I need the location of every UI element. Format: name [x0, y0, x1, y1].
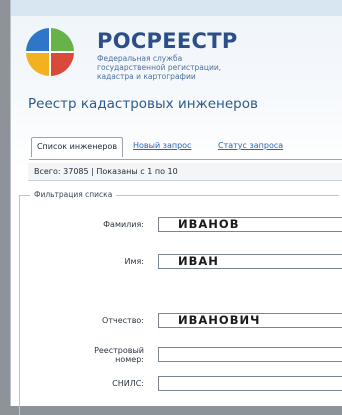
agency-line: кадастра и картографии — [97, 72, 196, 81]
tab-engineer-list[interactable]: Список инженеров — [31, 137, 123, 157]
last-name-input[interactable]: ИВАНОВ — [158, 217, 342, 232]
snils-label: СНИЛС: — [112, 379, 144, 388]
patronymic-label: Отчество: — [102, 316, 144, 325]
snils-input[interactable] — [158, 376, 342, 391]
registry-number-input[interactable] — [158, 347, 342, 362]
agency-description: Федеральная служба государственной регис… — [97, 54, 297, 81]
patronymic-input[interactable]: ИВАНОВИЧ — [158, 313, 342, 328]
results-summary: Всего: 37085 | Показаны с 1 по 10 — [28, 163, 342, 181]
tab-new-request[interactable]: Новый запрос — [133, 141, 191, 150]
registry-number-label: Реестровый номер: — [74, 346, 144, 364]
filter-legend: Фильтрация списка — [30, 190, 117, 199]
first-name-label: Имя: — [124, 257, 144, 266]
page-title: Реестр кадастровых инженеров — [28, 96, 258, 112]
agency-line: Федеральная служба — [97, 54, 183, 63]
top-strip — [11, 0, 342, 16]
filter-panel: Фильтрация списка Фамилия: ИВАНОВ Имя: И… — [19, 190, 342, 415]
tab-request-status[interactable]: Статус запроса — [218, 141, 283, 150]
registry-number-label-line: номер: — [115, 355, 144, 364]
brand-name: РОСРЕЕСТР — [97, 29, 238, 53]
registry-number-label-line: Реестровый — [94, 346, 144, 355]
last-name-label: Фамилия: — [103, 220, 144, 229]
tab-underline — [29, 159, 342, 160]
agency-line: государственной регистрации, — [97, 63, 222, 72]
first-name-input[interactable]: ИВАН — [158, 254, 342, 269]
rosreestr-emblem-icon — [26, 28, 74, 76]
